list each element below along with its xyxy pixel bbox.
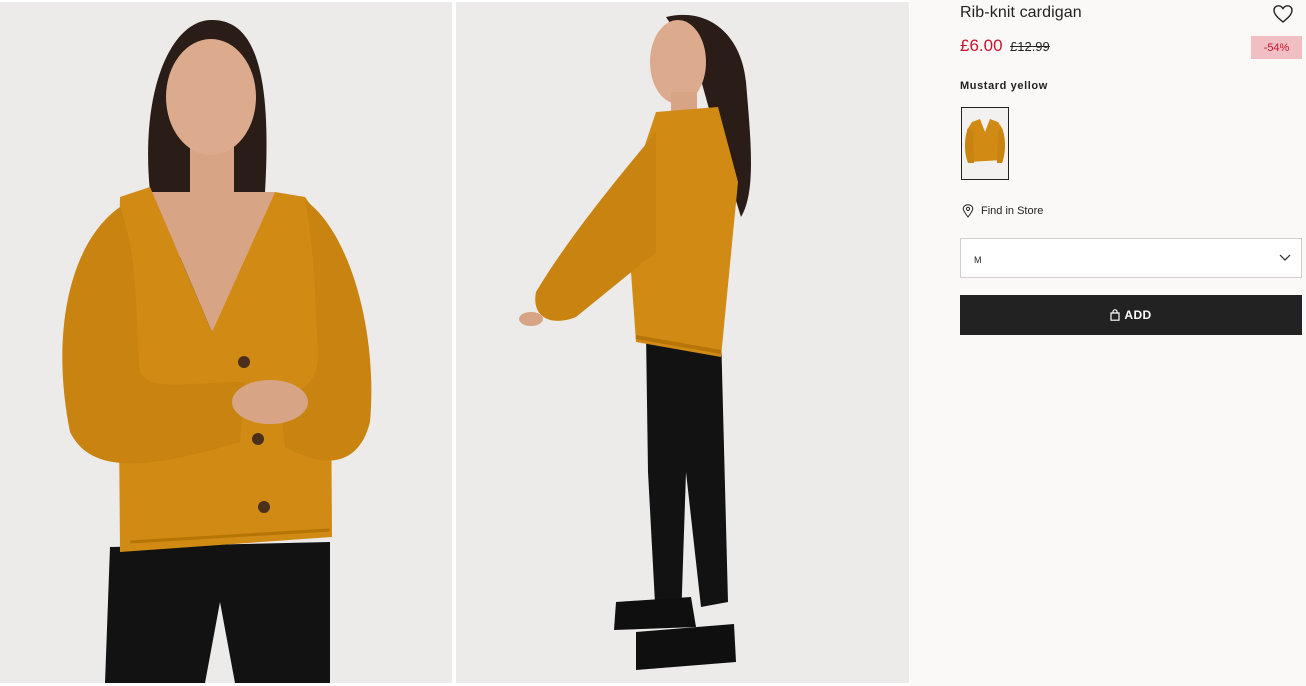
size-dropdown[interactable]: M bbox=[960, 238, 1302, 278]
product-gallery bbox=[0, 0, 910, 686]
discount-badge: -54% bbox=[1251, 36, 1302, 59]
color-swatch-mustard-yellow[interactable] bbox=[961, 107, 1009, 180]
heart-icon[interactable] bbox=[1272, 4, 1294, 24]
model-side-illustration bbox=[456, 2, 909, 683]
add-to-bag-button[interactable]: ADD bbox=[960, 295, 1302, 335]
model-front-illustration bbox=[0, 2, 452, 683]
price-row: £6.00 £12.99 bbox=[960, 36, 1050, 56]
product-details-panel: Rib-knit cardigan £6.00 £12.99 -54% Must… bbox=[910, 0, 1306, 686]
find-in-store-link[interactable]: Find in Store bbox=[962, 204, 1043, 218]
find-in-store-label: Find in Store bbox=[981, 205, 1044, 217]
price-original: £12.99 bbox=[1010, 39, 1050, 54]
product-title: Rib-knit cardigan bbox=[960, 4, 1082, 21]
add-button-label: ADD bbox=[1124, 308, 1152, 322]
swatch-thumbnail bbox=[962, 108, 1008, 179]
product-image-side[interactable] bbox=[456, 2, 909, 683]
location-pin-icon bbox=[962, 204, 974, 218]
chevron-down-icon bbox=[1279, 254, 1291, 261]
color-name: Mustard yellow bbox=[960, 80, 1048, 92]
shopping-bag-icon bbox=[1110, 309, 1120, 321]
price-current: £6.00 bbox=[960, 36, 1003, 55]
size-selected-value: M bbox=[974, 255, 982, 265]
product-image-front[interactable] bbox=[0, 2, 452, 683]
